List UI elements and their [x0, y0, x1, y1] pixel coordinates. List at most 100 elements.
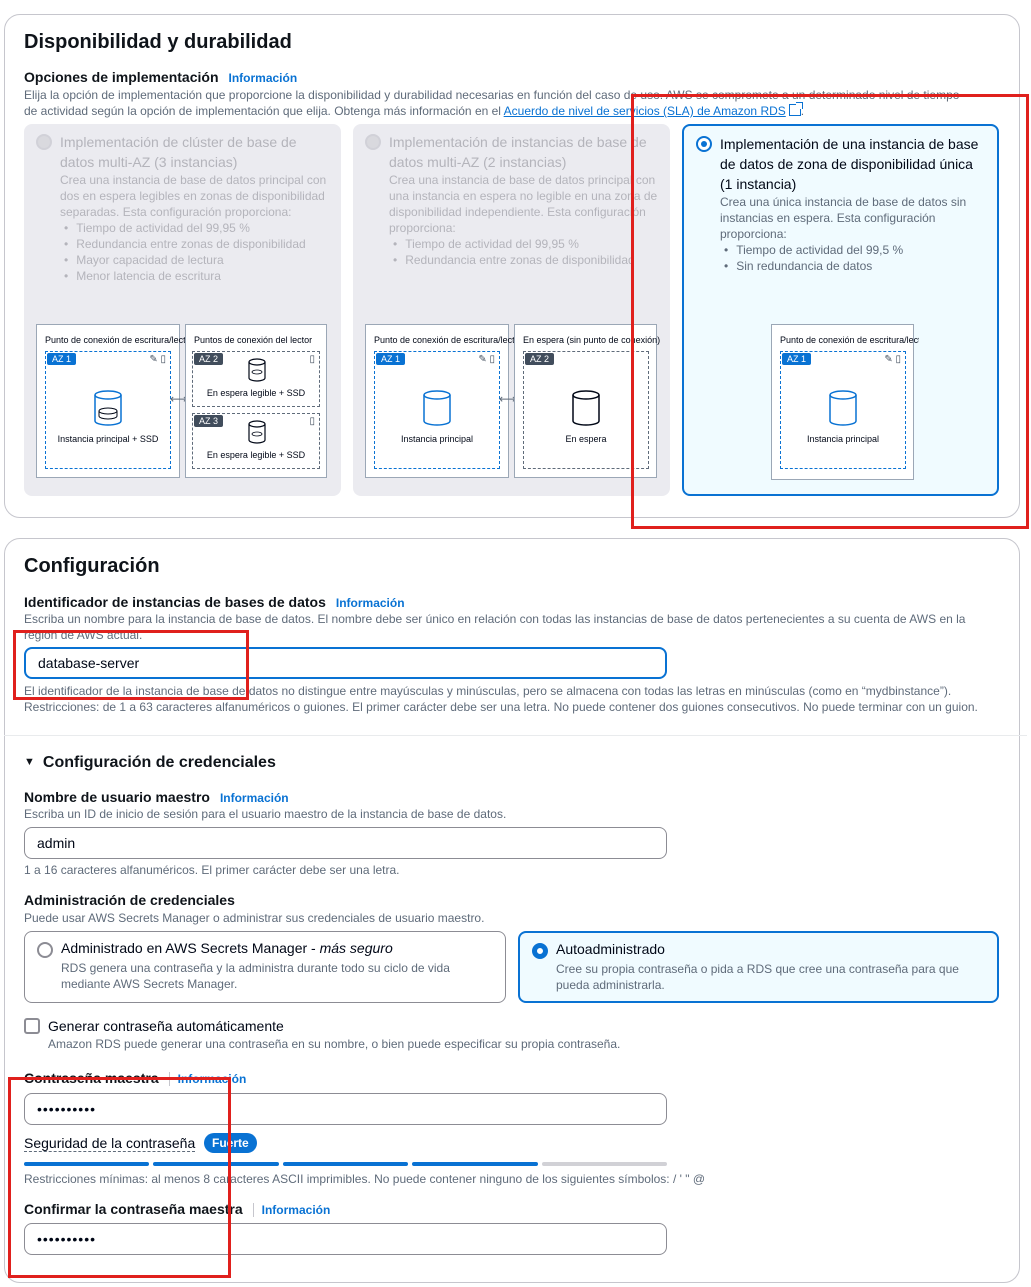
reader-endpoint-box: Puntos de conexión del lector AZ 2 ▯ En … — [185, 324, 327, 478]
master-password-label: Contraseña maestra Información — [24, 1070, 247, 1086]
strength-segment — [541, 1162, 667, 1166]
writer-endpoint-title: Punto de conexión de escritura/lectura — [45, 335, 185, 345]
deploy-desc-line1: Elija la opción de implementación que pr… — [24, 88, 960, 102]
option-title: Implementación de instancias de base de … — [389, 134, 647, 170]
strength-segment — [153, 1162, 279, 1166]
deploy-option-single-az[interactable]: Implementación de una instancia de base … — [682, 124, 999, 496]
deploy-option-multi-az-cluster: Implementación de clúster de base de dat… — [24, 124, 341, 496]
confirm-password-label-text: Confirmar la contraseña maestra — [24, 1201, 243, 1217]
caret-down-icon: ▼ — [24, 756, 35, 768]
identifier-description: Escriba un nombre para la instancia de b… — [24, 612, 966, 642]
auto-password-description: Amazon RDS puede generar una contraseña … — [48, 1037, 621, 1051]
primary-label: Instancia principal — [806, 434, 880, 444]
radio-multi-az-instance — [365, 134, 381, 150]
master-user-input[interactable]: admin — [24, 827, 667, 859]
master-user-hint: 1 a 16 caracteres alfanuméricos. El prim… — [24, 863, 400, 877]
radio-self-managed[interactable] — [532, 943, 548, 959]
master-user-description: Escriba un ID de inicio de sesión para e… — [24, 807, 507, 821]
az2-tag: AZ 2 — [194, 353, 224, 365]
tile-self-managed[interactable]: Autoadministrado Cree su propia contrase… — [518, 931, 999, 1003]
cred-mgmt-label: Administración de credenciales — [24, 892, 235, 908]
radio-single-az[interactable] — [696, 136, 712, 152]
writer-endpoint-box: Punto de conexión de escritura/lectura A… — [365, 324, 514, 478]
database-icon — [572, 390, 600, 426]
az3-zone: AZ 3 ▯ En espera legible + SSD — [192, 413, 320, 469]
deploy-info-link[interactable]: Información — [229, 71, 298, 85]
password-strength-label[interactable]: Seguridad de la contraseña — [24, 1135, 196, 1152]
configuration-title: Configuración — [24, 555, 160, 577]
option-desc: Crea una instancia de base de datos prin… — [389, 172, 658, 268]
standby-label: En espera legible + SSD — [206, 388, 306, 398]
identifier-label: Identificador de instancias de bases de … — [24, 594, 405, 610]
option-title: Implementación de clúster de base de dat… — [60, 134, 297, 170]
credentials-section-toggle[interactable]: ▼ Configuración de credenciales — [24, 754, 276, 772]
database-icon — [829, 390, 857, 426]
identifier-input[interactable]: database-server — [24, 647, 667, 679]
master-password-input[interactable]: •••••••••• — [24, 1093, 667, 1125]
writer-endpoint-box: Punto de conexión de escritura/lectura A… — [771, 324, 919, 480]
tile-secrets-title: Administrado en AWS Secrets Manager - má… — [61, 940, 393, 956]
database-icon — [248, 358, 266, 382]
cred-mgmt-description: Puede usar AWS Secrets Manager o adminis… — [24, 911, 485, 925]
option-desc-text: Crea una instancia de base de datos prin… — [60, 173, 327, 219]
option-desc: Crea una única instancia de base de dato… — [720, 194, 985, 274]
tile-secrets-manager[interactable]: Administrado en AWS Secrets Manager - má… — [24, 931, 506, 1003]
option-desc: Crea una instancia de base de datos prin… — [60, 172, 329, 284]
bullet: Redundancia entre zonas de disponibilida… — [389, 252, 658, 268]
master-user-info-link[interactable]: Información — [220, 791, 289, 805]
identifier-hint: El identificador de la instancia de base… — [24, 683, 1014, 715]
option-title: Implementación de una instancia de base … — [720, 136, 979, 192]
confirm-password-label: Confirmar la contraseña maestra Informaci… — [24, 1201, 331, 1217]
tile-secrets-desc: RDS genera una contraseña y la administr… — [61, 961, 450, 991]
strength-segment — [24, 1162, 150, 1166]
database-icon — [248, 420, 266, 444]
az2-zone: AZ 2 En espera — [523, 351, 649, 469]
radio-secrets-manager[interactable] — [37, 942, 53, 958]
deploy-option-multi-az-instance: Implementación de instancias de base de … — [353, 124, 670, 496]
auto-password-checkbox[interactable] — [24, 1018, 40, 1034]
strength-segment — [282, 1162, 409, 1166]
bullet: Mayor capacidad de lectura — [60, 252, 329, 268]
book-icon: ▯ — [309, 354, 315, 365]
bullet: Menor latencia de escritura — [60, 268, 329, 284]
option-desc-text: Crea una instancia de base de datos prin… — [389, 173, 658, 235]
confirm-password-input[interactable]: •••••••••• — [24, 1223, 667, 1255]
identifier-info-link[interactable]: Información — [336, 596, 405, 610]
deploy-description: Elija la opción de implementación que pr… — [24, 87, 1004, 119]
radio-multi-az-cluster — [36, 134, 52, 150]
az2-tag: AZ 2 — [525, 353, 555, 365]
external-link-icon — [788, 102, 803, 116]
standby-label: En espera — [565, 434, 607, 444]
tile-self-desc: Cree su propia contraseña o pida a RDS q… — [556, 962, 959, 992]
reader-endpoint-title: Puntos de conexión del lector — [194, 335, 313, 345]
deploy-options-label: Opciones de implementación Información — [24, 69, 297, 85]
az1-zone: AZ 1 ✎ ▯ Instancia principal — [780, 351, 906, 469]
master-password-info-link[interactable]: Información — [168, 1072, 247, 1086]
edit-icon: ✎ ▯ — [478, 354, 495, 365]
bullet: Tiempo de actividad del 99,95 % — [60, 220, 329, 236]
option-bullets: Tiempo de actividad del 99,95 % Redundan… — [389, 236, 658, 268]
bullet: Redundancia entre zonas de disponibilida… — [60, 236, 329, 252]
password-restrictions: Restricciones mínimas: al menos 8 caract… — [24, 1172, 706, 1186]
standby-label: En espera legible + SSD — [206, 450, 306, 460]
database-icon — [423, 390, 451, 426]
confirm-password-info-link[interactable]: Información — [252, 1203, 331, 1217]
edit-icon: ✎ ▯ — [149, 354, 166, 365]
edit-icon: ✎ ▯ — [884, 354, 901, 365]
identifier-label-text: Identificador de instancias de bases de … — [24, 594, 326, 610]
master-user-label: Nombre de usuario maestro Información — [24, 789, 289, 805]
credentials-title: Configuración de credenciales — [42, 754, 276, 771]
auto-password-label[interactable]: Generar contraseña automáticamente — [48, 1018, 284, 1034]
availability-title: Disponibilidad y durabilidad — [24, 31, 292, 53]
password-strength-badge: Fuerte — [204, 1133, 257, 1153]
master-password-label-text: Contraseña maestra — [24, 1070, 159, 1086]
az1-zone: AZ 1 ✎ ▯ Instancia principal — [374, 351, 500, 469]
standby-box: En espera (sin punto de conexión) AZ 2 E… — [514, 324, 660, 478]
deploy-options-text: Opciones de implementación — [24, 69, 219, 85]
writer-endpoint-box: Punto de conexión de escritura/lectura A… — [36, 324, 185, 478]
writer-endpoint-title: Punto de conexión de escritura/lectura — [780, 335, 919, 345]
option-bullets: Tiempo de actividad del 99,5 % Sin redun… — [720, 242, 985, 274]
identifier-hint-line2: Restricciones: de 1 a 63 caracteres alfa… — [24, 700, 978, 714]
az1-tag: AZ 1 — [782, 353, 812, 365]
sla-link[interactable]: Acuerdo de nivel de servicios (SLA) de A… — [504, 104, 786, 118]
